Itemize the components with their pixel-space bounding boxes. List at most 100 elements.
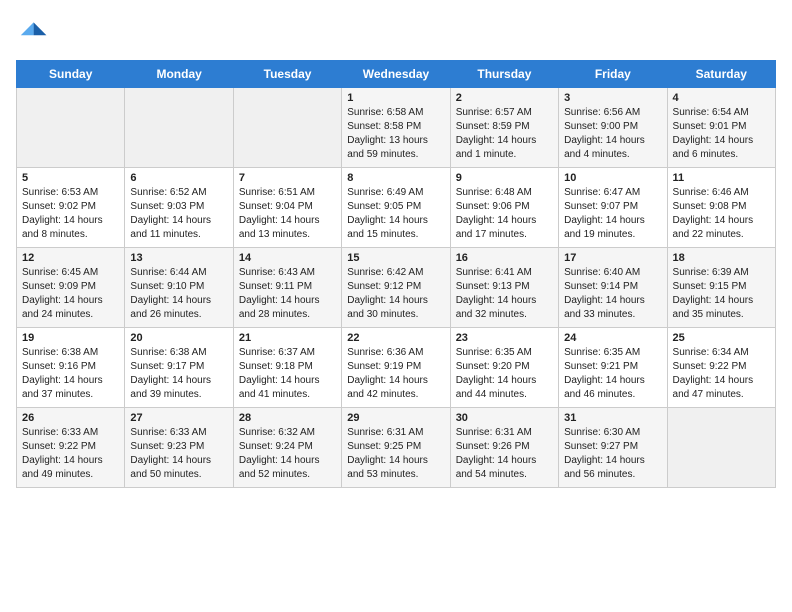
calendar-header: SundayMondayTuesdayWednesdayThursdayFrid… bbox=[17, 61, 776, 88]
day-cell: 11Sunrise: 6:46 AMSunset: 9:08 PMDayligh… bbox=[667, 168, 775, 248]
cell-content: Sunrise: 6:54 AMSunset: 9:01 PMDaylight:… bbox=[673, 106, 770, 162]
day-number: 7 bbox=[239, 172, 336, 184]
day-number: 21 bbox=[239, 332, 336, 344]
header-cell-sunday: Sunday bbox=[17, 61, 125, 88]
day-number: 2 bbox=[456, 92, 553, 104]
day-number: 26 bbox=[22, 412, 119, 424]
day-cell: 29 Sunrise: 6:31 AMSunset: 9:25 PMDayligh… bbox=[342, 408, 450, 488]
week-row-1: 1Sunrise: 6:58 AMSunset: 8:58 PMDaylight… bbox=[17, 88, 776, 168]
day-cell: 21 Sunrise: 6:37 AMSunset: 9:18 PMDayligh… bbox=[233, 328, 341, 408]
day-cell: 31 Sunrise: 6:30 AMSunset: 9:27 PMDayligh… bbox=[559, 408, 667, 488]
week-row-4: 19Sunrise: 6:38 AMSunset: 9:16 PMDayligh… bbox=[17, 328, 776, 408]
cell-content: Sunrise: 6:39 AMSunset: 9:15 PMDaylight:… bbox=[673, 266, 770, 322]
calendar-body: 1Sunrise: 6:58 AMSunset: 8:58 PMDaylight… bbox=[17, 88, 776, 488]
day-cell: 30Sunrise: 6:31 AMSunset: 9:26 PMDayligh… bbox=[450, 408, 558, 488]
cell-content: Sunrise: 6:38 AMSunset: 9:17 PMDaylight:… bbox=[130, 346, 227, 402]
day-cell: 15 Sunrise: 6:42 AMSunset: 9:12 PMDayligh… bbox=[342, 248, 450, 328]
cell-content: Sunrise: 6:35 AMSunset: 9:20 PMDaylight:… bbox=[456, 346, 553, 402]
logo-icon bbox=[16, 16, 48, 48]
header-cell-thursday: Thursday bbox=[450, 61, 558, 88]
cell-content: Sunrise: 6:44 AMSunset: 9:10 PMDaylight:… bbox=[130, 266, 227, 322]
day-cell: 16 Sunrise: 6:41 AMSunset: 9:13 PMDayligh… bbox=[450, 248, 558, 328]
header-cell-monday: Monday bbox=[125, 61, 233, 88]
cell-content: Sunrise: 6:42 AMSunset: 9:12 PMDaylight:… bbox=[347, 266, 444, 322]
day-cell: 8Sunrise: 6:49 AMSunset: 9:05 PMDaylight… bbox=[342, 168, 450, 248]
cell-content: Sunrise: 6:52 AMSunset: 9:03 PMDaylight:… bbox=[130, 186, 227, 242]
cell-content: Sunrise: 6:31 AMSunset: 9:25 PMDaylight:… bbox=[347, 426, 444, 482]
header-cell-wednesday: Wednesday bbox=[342, 61, 450, 88]
week-row-3: 12 Sunrise: 6:45 AMSunset: 9:09 PMDayligh… bbox=[17, 248, 776, 328]
day-cell: 19Sunrise: 6:38 AMSunset: 9:16 PMDayligh… bbox=[17, 328, 125, 408]
cell-content: Sunrise: 6:32 AMSunset: 9:24 PMDaylight:… bbox=[239, 426, 336, 482]
logo bbox=[16, 16, 52, 48]
day-number: 24 bbox=[564, 332, 661, 344]
cell-content: Sunrise: 6:33 AMSunset: 9:22 PMDaylight:… bbox=[22, 426, 119, 482]
cell-content: Sunrise: 6:40 AMSunset: 9:14 PMDaylight:… bbox=[564, 266, 661, 322]
day-number: 6 bbox=[130, 172, 227, 184]
cell-content: Sunrise: 6:37 AMSunset: 9:18 PMDaylight:… bbox=[239, 346, 336, 402]
day-cell: 17 Sunrise: 6:40 AMSunset: 9:14 PMDayligh… bbox=[559, 248, 667, 328]
day-number: 13 bbox=[130, 252, 227, 264]
header-cell-friday: Friday bbox=[559, 61, 667, 88]
day-cell: 23 Sunrise: 6:35 AMSunset: 9:20 PMDayligh… bbox=[450, 328, 558, 408]
day-cell: 4 Sunrise: 6:54 AMSunset: 9:01 PMDaylight… bbox=[667, 88, 775, 168]
cell-content: Sunrise: 6:51 AMSunset: 9:04 PMDaylight:… bbox=[239, 186, 336, 242]
day-number: 12 bbox=[22, 252, 119, 264]
week-row-5: 26 Sunrise: 6:33 AMSunset: 9:22 PMDayligh… bbox=[17, 408, 776, 488]
cell-content: Sunrise: 6:35 AMSunset: 9:21 PMDaylight:… bbox=[564, 346, 661, 402]
cell-content: Sunrise: 6:57 AMSunset: 8:59 PMDaylight:… bbox=[456, 106, 553, 162]
cell-content: Sunrise: 6:48 AMSunset: 9:06 PMDaylight:… bbox=[456, 186, 553, 242]
cell-content: Sunrise: 6:47 AMSunset: 9:07 PMDaylight:… bbox=[564, 186, 661, 242]
header-cell-tuesday: Tuesday bbox=[233, 61, 341, 88]
cell-content: Sunrise: 6:49 AMSunset: 9:05 PMDaylight:… bbox=[347, 186, 444, 242]
day-number: 17 bbox=[564, 252, 661, 264]
day-cell: 13 Sunrise: 6:44 AMSunset: 9:10 PMDayligh… bbox=[125, 248, 233, 328]
day-cell bbox=[233, 88, 341, 168]
day-number: 4 bbox=[673, 92, 770, 104]
day-cell bbox=[125, 88, 233, 168]
day-number: 14 bbox=[239, 252, 336, 264]
cell-content: Sunrise: 6:36 AMSunset: 9:19 PMDaylight:… bbox=[347, 346, 444, 402]
day-cell: 24 Sunrise: 6:35 AMSunset: 9:21 PMDayligh… bbox=[559, 328, 667, 408]
day-number: 10 bbox=[564, 172, 661, 184]
day-number: 30 bbox=[456, 412, 553, 424]
cell-content: Sunrise: 6:33 AMSunset: 9:23 PMDaylight:… bbox=[130, 426, 227, 482]
day-number: 18 bbox=[673, 252, 770, 264]
cell-content: Sunrise: 6:38 AMSunset: 9:16 PMDaylight:… bbox=[22, 346, 119, 402]
day-cell: 5Sunrise: 6:53 AMSunset: 9:02 PMDaylight… bbox=[17, 168, 125, 248]
day-cell: 26 Sunrise: 6:33 AMSunset: 9:22 PMDayligh… bbox=[17, 408, 125, 488]
day-cell: 22 Sunrise: 6:36 AMSunset: 9:19 PMDayligh… bbox=[342, 328, 450, 408]
week-row-2: 5Sunrise: 6:53 AMSunset: 9:02 PMDaylight… bbox=[17, 168, 776, 248]
day-cell: 12 Sunrise: 6:45 AMSunset: 9:09 PMDayligh… bbox=[17, 248, 125, 328]
day-cell: 28 Sunrise: 6:32 AMSunset: 9:24 PMDayligh… bbox=[233, 408, 341, 488]
day-cell: 14Sunrise: 6:43 AMSunset: 9:11 PMDayligh… bbox=[233, 248, 341, 328]
day-cell: 25 Sunrise: 6:34 AMSunset: 9:22 PMDayligh… bbox=[667, 328, 775, 408]
day-number: 25 bbox=[673, 332, 770, 344]
day-cell: 7 Sunrise: 6:51 AMSunset: 9:04 PMDaylight… bbox=[233, 168, 341, 248]
day-cell: 6 Sunrise: 6:52 AMSunset: 9:03 PMDaylight… bbox=[125, 168, 233, 248]
cell-content: Sunrise: 6:30 AMSunset: 9:27 PMDaylight:… bbox=[564, 426, 661, 482]
day-number: 31 bbox=[564, 412, 661, 424]
day-number: 27 bbox=[130, 412, 227, 424]
header-row: SundayMondayTuesdayWednesdayThursdayFrid… bbox=[17, 61, 776, 88]
day-number: 23 bbox=[456, 332, 553, 344]
cell-content: Sunrise: 6:53 AMSunset: 9:02 PMDaylight:… bbox=[22, 186, 119, 242]
day-number: 28 bbox=[239, 412, 336, 424]
cell-content: Sunrise: 6:45 AMSunset: 9:09 PMDaylight:… bbox=[22, 266, 119, 322]
day-number: 9 bbox=[456, 172, 553, 184]
day-cell: 27 Sunrise: 6:33 AMSunset: 9:23 PMDayligh… bbox=[125, 408, 233, 488]
day-number: 16 bbox=[456, 252, 553, 264]
day-cell: 2 Sunrise: 6:57 AMSunset: 8:59 PMDaylight… bbox=[450, 88, 558, 168]
day-cell: 3Sunrise: 6:56 AMSunset: 9:00 PMDaylight… bbox=[559, 88, 667, 168]
day-cell bbox=[667, 408, 775, 488]
day-cell bbox=[17, 88, 125, 168]
day-cell: 9 Sunrise: 6:48 AMSunset: 9:06 PMDaylight… bbox=[450, 168, 558, 248]
cell-content: Sunrise: 6:41 AMSunset: 9:13 PMDaylight:… bbox=[456, 266, 553, 322]
calendar-table: SundayMondayTuesdayWednesdayThursdayFrid… bbox=[16, 60, 776, 488]
day-number: 29 bbox=[347, 412, 444, 424]
header-cell-saturday: Saturday bbox=[667, 61, 775, 88]
day-number: 15 bbox=[347, 252, 444, 264]
cell-content: Sunrise: 6:34 AMSunset: 9:22 PMDaylight:… bbox=[673, 346, 770, 402]
day-number: 22 bbox=[347, 332, 444, 344]
cell-content: Sunrise: 6:56 AMSunset: 9:00 PMDaylight:… bbox=[564, 106, 661, 162]
